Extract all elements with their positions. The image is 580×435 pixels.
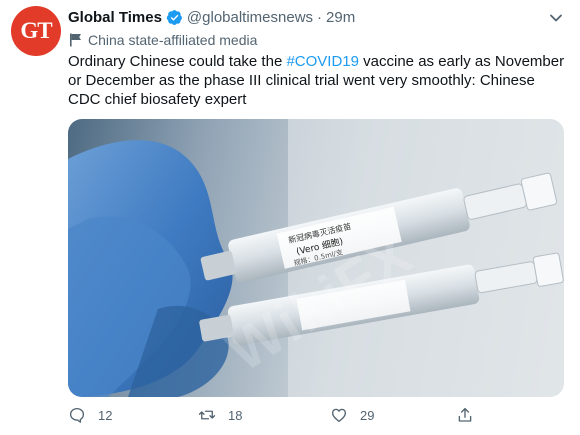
share-button[interactable] [456,405,474,425]
heart-icon [331,408,347,423]
hashtag-link[interactable]: #COVID19 [286,53,359,70]
retweet-button[interactable]: 18 [198,405,242,425]
action-bar: 12 18 29 [68,405,568,425]
verified-badge-icon [166,9,182,25]
retweet-count: 18 [228,407,243,423]
author-name[interactable]: Global Times [68,9,162,26]
tweet-text: Ordinary Chinese could take the #COVID19… [68,52,568,109]
reply-count: 12 [98,407,113,423]
share-icon [458,407,472,422]
affiliation-label[interactable]: China state-affiliated media [68,30,257,50]
author-handle[interactable]: @globaltimesnews [187,9,313,26]
separator-dot: · [317,8,323,26]
affiliation-text: China state-affiliated media [88,32,258,48]
vaccine-photo: 新冠病毒灭活疫苗 (Vero 细胞) 规格：0.5ml/支 [68,119,564,397]
like-count: 29 [360,407,375,423]
like-button[interactable]: 29 [330,405,374,425]
flag-icon [70,33,81,47]
tweet-header: Global Times @globaltimesnews · 29m [68,7,355,27]
reply-icon [69,407,85,423]
avatar-logo-text: GT [20,18,52,43]
reply-button[interactable]: 12 [68,405,112,425]
avatar[interactable]: GT [11,6,61,56]
tweet-media-image[interactable]: 新冠病毒灭活疫苗 (Vero 细胞) 规格：0.5ml/支 WikiFX [68,119,564,397]
timestamp[interactable]: 29m [326,9,355,26]
tweet-text-before: Ordinary Chinese could take the [68,53,287,70]
retweet-icon [198,410,216,420]
tweet-card[interactable]: GT Global Times @globaltimesnews · 29m C… [0,0,580,435]
chevron-down-icon[interactable] [548,10,564,26]
